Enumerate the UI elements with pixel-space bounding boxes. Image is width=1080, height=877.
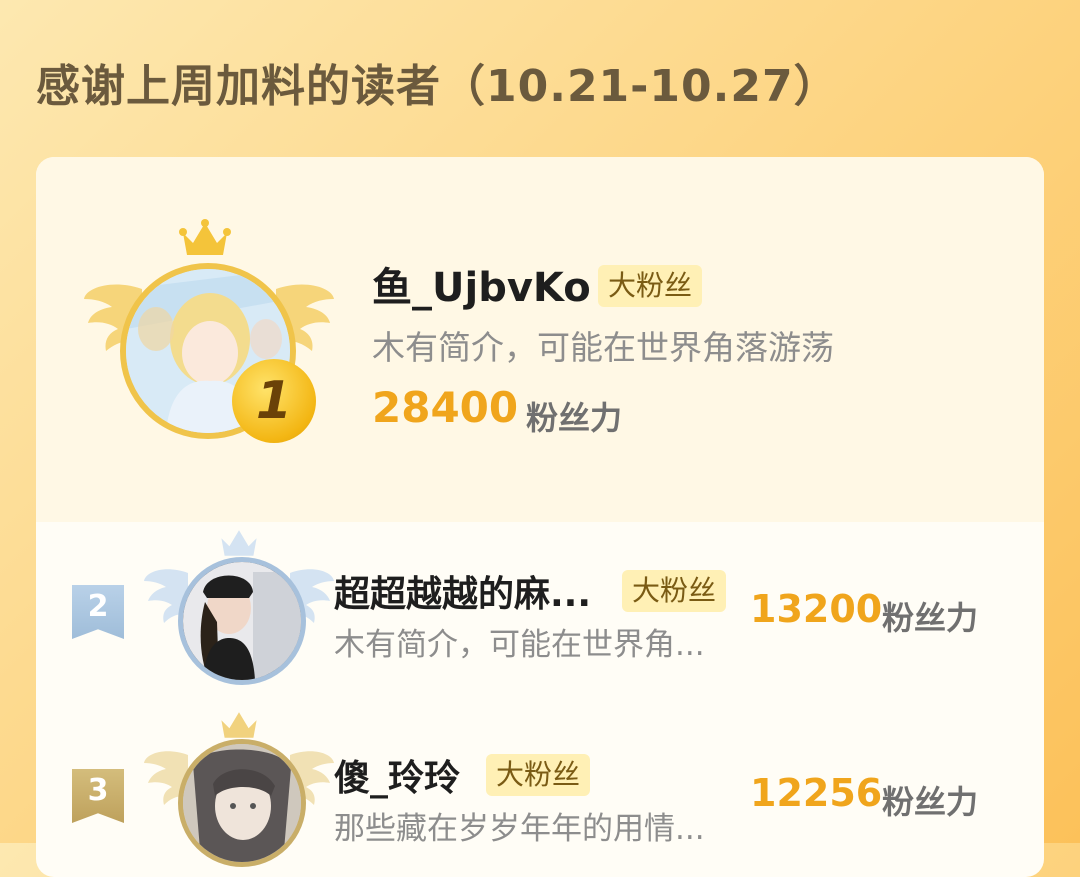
avatar-group[interactable] [144,709,334,869]
fan-power-score: 13200 [750,587,883,631]
rank-badge-bronze: 3 [72,769,124,823]
fan-power-unit: 粉丝力 [526,399,623,437]
user-bio: 木有简介，可能在世界角落游荡 [372,328,834,367]
user-bio: 木有简介，可能在世界角... [334,627,705,663]
user-bio: 那些藏在岁岁年年的用情... [334,811,705,847]
avatar[interactable] [178,739,306,867]
fan-power-unit: 粉丝力 [882,599,979,637]
rank-badge-silver: 2 [72,585,124,639]
user-name[interactable]: 鱼_UjbvKo [372,255,591,313]
fan-power-score: 12256 [750,771,883,815]
user-name[interactable]: 超超越越的麻... [334,565,591,617]
crown-icon [221,712,257,738]
avatar-image [183,744,301,862]
rank-badge-gold: 1 [232,359,316,443]
fan-power-score: 28400 [372,383,519,432]
first-place-avatar-group[interactable]: 1 [84,219,334,459]
ranking-card: 1 鱼_UjbvKo 大粉丝 木有简介，可能在世界角落游荡 28400 粉丝力 … [36,157,1044,877]
fan-level-badge: 大粉丝 [486,754,591,796]
crown-icon [179,219,231,255]
page-title: 感谢上周加料的读者（10.21-10.27） [36,61,839,112]
crown-icon [221,530,257,556]
fan-power-unit: 粉丝力 [882,783,979,821]
avatar-group[interactable] [144,527,334,687]
fan-level-badge: 大粉丝 [622,570,727,612]
avatar[interactable] [178,557,306,685]
user-name[interactable]: 傻_玲玲 [334,749,460,801]
avatar-image [183,562,301,680]
fan-level-badge: 大粉丝 [598,265,703,307]
